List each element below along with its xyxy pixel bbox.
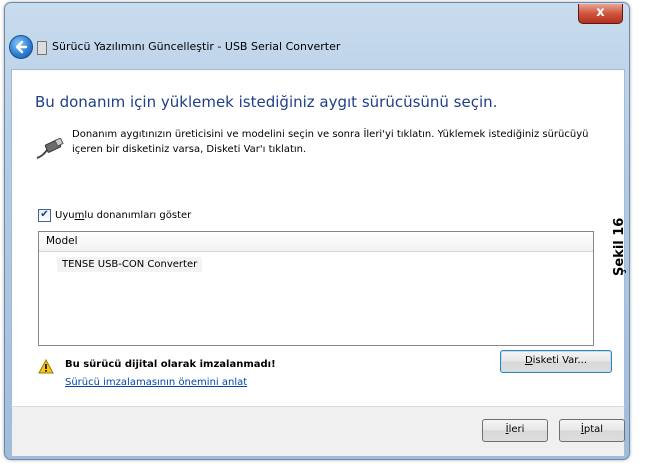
warning-icon (38, 359, 54, 374)
compatible-hardware-checkbox[interactable]: ✔ (38, 209, 51, 222)
compatible-hardware-label: Uyumlu donanımları göster (55, 210, 192, 221)
close-icon: x (596, 5, 605, 20)
have-disk-button[interactable]: Disketi Var... (500, 350, 612, 373)
next-button[interactable]: İleri (482, 419, 548, 442)
driver-update-window: x Sürücü Yazılımını Güncelleştir - USB S… (4, 2, 630, 460)
model-list[interactable]: Model TENSE USB-CON Converter (38, 231, 594, 346)
list-item[interactable]: TENSE USB-CON Converter (57, 257, 203, 272)
instruction-text: Donanım aygıtınızın üreticisini ve model… (72, 129, 589, 155)
close-button[interactable]: x (578, 4, 623, 24)
back-arrow-icon (15, 40, 28, 54)
unsigned-driver-warning: Bu sürücü dijital olarak imzalanmadı! (65, 359, 276, 370)
device-icon (37, 41, 47, 55)
button-bar: İleri İptal (11, 406, 625, 457)
cancel-button[interactable]: İptal (559, 419, 625, 442)
usb-cable-icon (36, 138, 64, 159)
driver-signing-link[interactable]: Sürücü imzalamasının önemini anlat (65, 377, 247, 388)
figure-caption: Şekil 16 (612, 218, 627, 276)
back-button[interactable] (9, 35, 33, 59)
model-column-header[interactable]: Model (39, 232, 593, 252)
page-heading: Bu donanım için yüklemek istediğiniz ayg… (35, 93, 498, 111)
main-panel: Bu donanım için yüklemek istediğiniz ayg… (11, 69, 625, 407)
compatible-hardware-checkbox-row[interactable]: ✔ Uyumlu donanımları göster (38, 209, 191, 222)
title-bar: Sürücü Yazılımını Güncelleştir - USB Ser… (5, 25, 629, 65)
window-title: Sürücü Yazılımını Güncelleştir - USB Ser… (52, 40, 341, 53)
